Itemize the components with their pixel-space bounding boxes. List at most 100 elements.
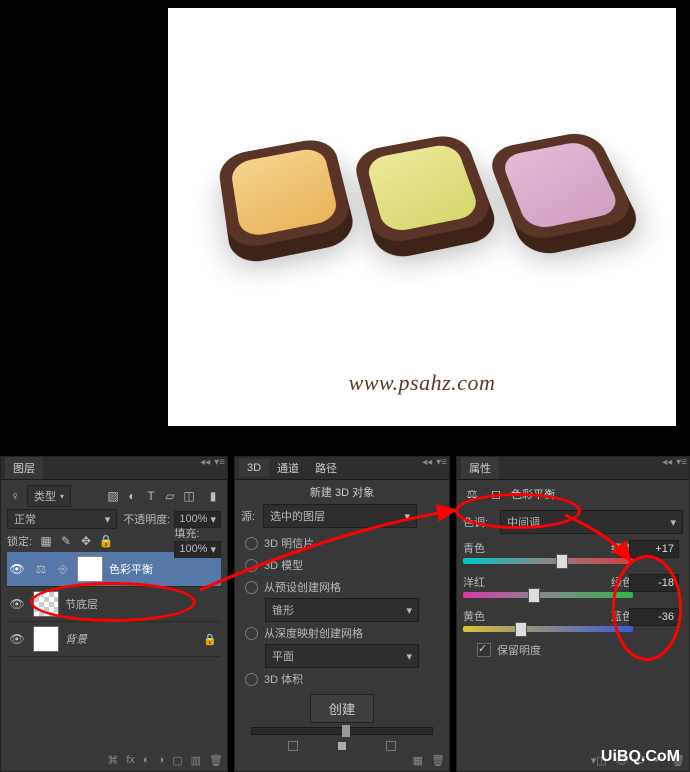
radio-3d-model[interactable]: 3D 模型	[241, 554, 443, 576]
tone-dropdown[interactable]: 中间调 ▾	[500, 510, 683, 534]
smart-filter-icon[interactable]: ◫	[181, 488, 197, 504]
layers-tabrow: 图层 ◂◂ ▾≡	[1, 457, 227, 480]
mask-thumb[interactable]	[77, 556, 103, 582]
chevron-down-icon: ▾	[60, 492, 64, 501]
panels-row: 图层 ◂◂ ▾≡ ♀ 类型 ▾ ▨ ◐ T ▱ ◫ ▮	[0, 456, 690, 772]
magenta-label: 洋红	[463, 574, 485, 590]
collapse-icon[interactable]: ◂◂	[422, 457, 432, 468]
filter-toggle-icon[interactable]: ▮	[205, 488, 221, 504]
checkbox-icon	[477, 643, 491, 657]
artwork	[168, 8, 676, 426]
cyan-red-slider[interactable]	[463, 558, 633, 564]
preset-shape-dropdown[interactable]: 锥形▾	[265, 598, 419, 622]
chevron-down-icon: ▾	[105, 513, 111, 526]
mask-adj-icon[interactable]: ◻	[487, 486, 505, 502]
properties-panel: 属性 ◂◂▾≡ ⚖ ◻ 色彩平衡 色调: 中间调 ▾ 青色 红色	[456, 456, 690, 772]
layers-footer: ⌘ fx ◐ ◑ ▢ ▥ 🗑	[107, 754, 223, 767]
balance-adj-icon[interactable]: ⚖	[463, 486, 481, 502]
layer-name[interactable]: 色彩平衡	[109, 561, 217, 577]
magenta-green-slider[interactable]	[463, 592, 633, 598]
tab-paths[interactable]: 路径	[307, 457, 345, 479]
chevron-down-icon: ▾	[405, 510, 411, 523]
layer-row-base[interactable]: 👁 节底层	[7, 587, 221, 622]
chevron-down-icon: ▾	[670, 516, 676, 529]
layer-name[interactable]: 节底层	[65, 596, 217, 612]
corner-watermark: UiBQ.CoM	[601, 748, 680, 766]
lock-all-icon[interactable]: 🔒	[98, 533, 114, 549]
new-layer-icon[interactable]: ▥	[191, 754, 201, 767]
fill-label: 填充:	[174, 528, 199, 540]
watermark-text: www.psahz.com	[349, 370, 496, 396]
tab-3d[interactable]: 3D	[239, 459, 269, 477]
panel-menu-icon[interactable]: ▾≡	[676, 457, 687, 468]
filter-type-label: 类型	[34, 488, 56, 504]
cyan-red-value[interactable]: +17	[629, 540, 679, 558]
tone-value: 中间调	[507, 514, 540, 530]
lock-trans-icon[interactable]: ▦	[38, 533, 54, 549]
tab-channels[interactable]: 通道	[269, 457, 307, 479]
create-3d-button[interactable]: 创建	[310, 694, 375, 723]
preserve-lum-label: 保留明度	[497, 642, 541, 658]
3d-panel: 3D 通道 路径 ◂◂▾≡ 新建 3D 对象 源: 选中的图层 ▾ 3D 明信片…	[234, 456, 450, 772]
radio-3d-volume[interactable]: 3D 体积	[241, 668, 443, 690]
collapse-icon[interactable]: ◂◂	[200, 457, 210, 468]
link-icon[interactable]: ⎆	[55, 561, 71, 577]
radio-mesh-preset[interactable]: 从预设创建网格	[241, 576, 443, 598]
magenta-green-value[interactable]: -18	[629, 574, 679, 592]
cyan-label: 青色	[463, 540, 485, 556]
layers-panel: 图层 ◂◂ ▾≡ ♀ 类型 ▾ ▨ ◐ T ▱ ◫ ▮	[0, 456, 228, 772]
lock-pos-icon[interactable]: ✥	[78, 533, 94, 549]
link-layers-icon[interactable]: ⌘	[107, 754, 118, 767]
canvas: www.psahz.com	[168, 8, 676, 426]
fill-input[interactable]: 100%▾	[174, 541, 221, 558]
adj-icon[interactable]: ◑	[158, 754, 165, 767]
mask-icon[interactable]: ◐	[143, 754, 150, 767]
layer-thumb[interactable]	[33, 626, 59, 652]
pixel-filter-icon[interactable]: ▨	[105, 488, 121, 504]
preserve-luminosity-checkbox[interactable]: 保留明度	[463, 642, 683, 658]
yellow-blue-value[interactable]: -36	[629, 608, 679, 626]
tone-label: 色调:	[463, 514, 488, 530]
props-tabrow: 属性 ◂◂ ▾≡	[457, 457, 689, 480]
render-icon[interactable]: ▦	[413, 754, 423, 767]
adjustment-icon: ⚖	[33, 561, 49, 577]
source-dropdown[interactable]: 选中的图层 ▾	[263, 504, 417, 528]
filter-type-dropdown[interactable]: 类型 ▾	[27, 485, 71, 507]
radio-mesh-depth[interactable]: 从深度映射创建网格	[241, 622, 443, 644]
quality-slider[interactable]	[251, 727, 433, 735]
blend-mode-value: 正常	[14, 511, 36, 527]
radio-3d-postcard[interactable]: 3D 明信片	[241, 532, 443, 554]
collapse-icon[interactable]: ◂◂	[662, 457, 672, 468]
kind-filter-icon[interactable]: ♀	[7, 488, 23, 504]
type-filter-icon[interactable]: T	[143, 488, 159, 504]
panel-menu-icon[interactable]: ▾≡	[436, 457, 447, 468]
quality-dots	[241, 741, 443, 751]
depth-type-dropdown[interactable]: 平面▾	[265, 644, 419, 668]
source-value: 选中的图层	[270, 508, 325, 524]
lock-icon[interactable]: 🔒	[203, 633, 217, 646]
tab-properties[interactable]: 属性	[461, 457, 499, 479]
fx-icon[interactable]: fx	[126, 754, 135, 767]
blend-mode-dropdown[interactable]: 正常 ▾	[7, 509, 117, 529]
3d-footer: ▦ 🗑	[413, 754, 445, 767]
3d-tabrow: 3D 通道 路径 ◂◂ ▾≡	[235, 457, 449, 480]
trash-icon[interactable]: 🗑	[209, 754, 223, 767]
adjustment-title: 色彩平衡	[511, 486, 555, 502]
shape-filter-icon[interactable]: ▱	[162, 488, 178, 504]
visibility-icon[interactable]: 👁	[7, 632, 27, 646]
adjust-filter-icon[interactable]: ◐	[124, 488, 140, 504]
layer-thumb[interactable]	[33, 591, 59, 617]
3d-text	[214, 108, 634, 280]
tab-layers[interactable]: 图层	[5, 457, 43, 479]
lock-image-icon[interactable]: ✎	[58, 533, 74, 549]
trash-icon[interactable]: 🗑	[431, 754, 445, 767]
source-label: 源:	[241, 508, 255, 524]
yellow-blue-slider[interactable]	[463, 626, 633, 632]
visibility-icon[interactable]: 👁	[7, 562, 27, 576]
chevron-down-icon: ▾	[406, 650, 412, 663]
layer-name[interactable]: 背景	[65, 631, 197, 647]
panel-menu-icon[interactable]: ▾≡	[214, 457, 225, 468]
group-icon[interactable]: ▢	[172, 754, 182, 767]
layer-row-background[interactable]: 👁 背景 🔒	[7, 622, 221, 657]
visibility-icon[interactable]: 👁	[7, 597, 27, 611]
